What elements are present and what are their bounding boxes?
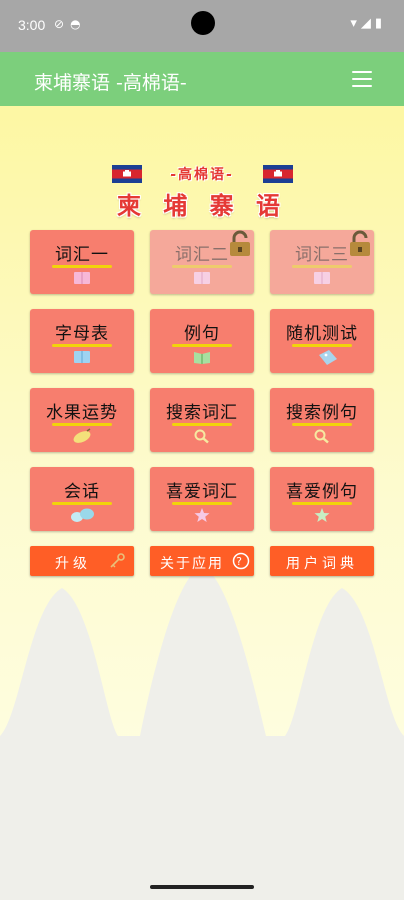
signal-icon: ◢ [360,16,375,31]
user-dictionary-button-label: 用户词典 [286,556,358,572]
battery-icon: ▮ [374,16,386,31]
tile-random-test[interactable]: 随机测试 [270,309,374,373]
book-icon [74,351,90,363]
tile-underline [172,344,232,347]
tile-label: 搜索词汇 [166,403,238,423]
user-dictionary-button[interactable]: 用户词典 [270,546,374,576]
key-icon [110,553,125,568]
tile-label: 喜爱例句 [286,482,358,502]
tile-alphabet[interactable]: 字母表 [30,309,134,373]
camera-cutout [191,11,215,35]
fruit-icon [73,428,91,443]
help-circle-icon: ? [232,552,250,570]
mountain-silhouette-background [0,566,404,900]
lock-icon [350,230,370,256]
tile-label: 例句 [184,324,220,344]
tile-search-sentences[interactable]: 搜索例句 [270,388,374,452]
tile-label: 水果运势 [46,403,118,423]
header-block: -高棉语- 柬 埔 寨 语 [0,162,404,222]
tile-label: 随机测试 [286,324,358,344]
book-icon [194,272,210,284]
status-left-icons: ⊘◓ [54,17,87,31]
tile-search-vocab[interactable]: 搜索词汇 [150,388,254,452]
status-right-icons: ▾◢▮ [350,16,386,31]
tile-favorite-vocab[interactable]: 喜爱词汇 [150,467,254,531]
gesture-nav-bar[interactable] [150,885,254,889]
app-bar: 柬埔寨语 -高棉语- [0,52,404,106]
tile-underline [292,344,352,347]
tile-label: 喜爱词汇 [166,482,238,502]
tile-underline [52,502,112,505]
tile-label: 会话 [64,482,100,502]
tag-icon [319,350,337,365]
tile-example-sentences[interactable]: 例句 [150,309,254,373]
app-title: 柬埔寨语 -高棉语- [34,72,187,94]
upgrade-button[interactable]: 升级 [30,546,134,576]
svg-text:?: ? [236,555,246,568]
tile-vocab-2[interactable]: 词汇二 [150,230,254,294]
book-icon [314,272,330,284]
do-not-disturb-icon: ⊘ [54,17,71,31]
tile-vocab-3[interactable]: 词汇三 [270,230,374,294]
status-bar: 3:00 ⊘◓ ▾◢▮ [0,0,404,52]
tile-label: 字母表 [55,324,109,344]
tile-underline [292,423,352,426]
tile-underline [52,344,112,347]
tile-underline [292,265,352,268]
tile-underline [172,265,232,268]
tile-underline [52,423,112,426]
cambodia-flag-icon [263,165,293,183]
speech-bubbles-icon [71,508,94,522]
hamburger-menu-icon[interactable] [352,71,372,87]
book-icon [74,272,90,284]
tile-underline [172,502,232,505]
wifi-icon: ▾ [350,16,361,31]
tile-underline [52,265,112,268]
header-title: 柬 埔 寨 语 [116,192,288,220]
header-subtitle: -高棉语- [170,167,234,183]
tile-label: 搜索例句 [286,403,358,423]
tile-favorite-sentences[interactable]: 喜爱例句 [270,467,374,531]
magnifier-icon [194,429,209,444]
tile-fruit-fortune[interactable]: 水果运势 [30,388,134,452]
about-app-button[interactable]: 关于应用 ? [150,546,254,576]
magnifier-icon [314,429,329,444]
star-icon [194,508,210,522]
tile-label: 词汇一 [55,245,109,265]
main-content: -高棉语- 柬 埔 寨 语 词汇一 词汇二 词汇三 字母表 例句 随机测试 水果… [0,106,404,900]
tile-conversation[interactable]: 会话 [30,467,134,531]
app-notification-icon: ◓ [70,17,87,31]
tile-vocab-1[interactable]: 词汇一 [30,230,134,294]
cambodia-flag-icon [112,165,142,183]
tile-underline [292,502,352,505]
open-book-icon [194,352,210,364]
status-time: 3:00 [18,17,46,33]
tile-underline [172,423,232,426]
star-icon [314,508,330,522]
lock-icon [230,230,250,256]
